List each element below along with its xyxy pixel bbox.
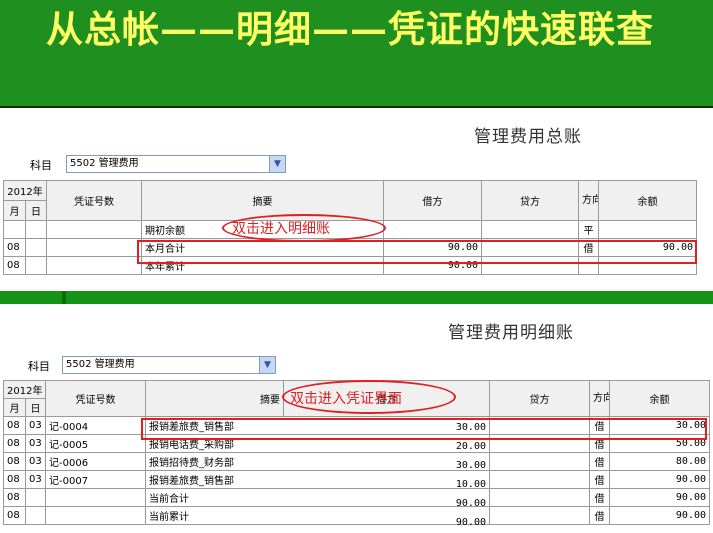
- cell-credit: [490, 507, 590, 525]
- cell-day: [26, 257, 47, 275]
- cell-direction: 借: [590, 507, 610, 525]
- slide-header: 从总帐——明细——凭证的快速联查: [0, 0, 713, 106]
- account-label: 科目: [28, 358, 50, 374]
- col-direction[interactable]: 方向: [590, 381, 610, 417]
- cell-voucher: 记-0005: [46, 435, 146, 453]
- chevron-down-icon[interactable]: ▼: [269, 156, 285, 172]
- col-debit[interactable]: 借方: [384, 181, 482, 221]
- divider-notch: [62, 291, 66, 304]
- cell-voucher: 记-0006: [46, 453, 146, 471]
- cell-direction: 借: [590, 471, 610, 489]
- detail-ledger-panel: 管理费用明细账 科目 5502 管理费用 ▼ 2012年 凭证号数 摘要 借方 …: [0, 304, 713, 533]
- cell-balance: 90.00: [610, 489, 710, 507]
- cell-voucher: [47, 257, 142, 275]
- account-select-value: 5502 管理费用: [66, 359, 135, 370]
- col-summary[interactable]: 摘要: [142, 181, 384, 221]
- section-divider: [0, 291, 713, 304]
- col-day[interactable]: 日: [26, 201, 47, 221]
- cell-month: 08: [4, 489, 26, 507]
- cell-month: [4, 221, 26, 239]
- cell-day: 03: [26, 471, 46, 489]
- account-select[interactable]: 5502 管理费用 ▼: [62, 356, 276, 374]
- general-ledger-title: 管理费用总账: [474, 122, 582, 147]
- cell-month: 08: [4, 453, 26, 471]
- cell-balance: 90.00: [610, 507, 710, 525]
- col-voucher-no[interactable]: 凭证号数: [47, 181, 142, 221]
- col-credit[interactable]: 贷方: [490, 381, 590, 417]
- col-balance[interactable]: 余额: [599, 181, 697, 221]
- col-credit[interactable]: 贷方: [482, 181, 579, 221]
- cell-day: [26, 489, 46, 507]
- cell-debit: 90.00: [286, 513, 486, 532]
- cell-voucher: 记-0004: [46, 417, 146, 435]
- cell-balance: 90.00: [610, 471, 710, 489]
- cell-voucher: 记-0007: [46, 471, 146, 489]
- cell-credit: [490, 453, 590, 471]
- cell-month: 08: [4, 471, 26, 489]
- slide-title: 从总帐——明细——凭证的快速联查: [46, 4, 686, 54]
- cell-direction: 借: [590, 489, 610, 507]
- cell-month: 08: [4, 507, 26, 525]
- cell-month: 08: [4, 435, 26, 453]
- cell-day: [26, 221, 47, 239]
- cell-balance: 80.00: [610, 453, 710, 471]
- cell-debit: [384, 221, 482, 239]
- cell-credit: [482, 221, 579, 239]
- cell-month: 08: [4, 239, 26, 257]
- cell-day: 03: [26, 435, 46, 453]
- cell-month: 08: [4, 417, 26, 435]
- col-balance[interactable]: 余额: [610, 381, 710, 417]
- annotation-text: 双击进入明细账: [232, 218, 330, 238]
- account-select[interactable]: 5502 管理费用 ▼: [66, 155, 286, 173]
- cell-day: [26, 239, 47, 257]
- col-year: 2012年: [4, 181, 47, 201]
- cell-voucher: [47, 221, 142, 239]
- cell-credit: [490, 489, 590, 507]
- col-voucher-no[interactable]: 凭证号数: [46, 381, 146, 417]
- general-ledger-panel: 管理费用总账 科目 5502 管理费用 ▼ 2012年 凭证号数 摘要 借方 贷…: [0, 108, 713, 294]
- col-month[interactable]: 月: [4, 201, 26, 221]
- chevron-down-icon[interactable]: ▼: [259, 357, 275, 373]
- highlight-box: [141, 418, 707, 440]
- cell-debit: 30.00: [286, 456, 486, 475]
- col-year: 2012年: [4, 381, 46, 399]
- col-month[interactable]: 月: [4, 399, 26, 417]
- cell-voucher: [47, 239, 142, 257]
- cell-debit: 10.00: [286, 475, 486, 494]
- cell-day: [26, 507, 46, 525]
- account-select-value: 5502 管理费用: [70, 158, 139, 169]
- col-summary[interactable]: 摘要: [146, 381, 284, 417]
- cell-direction: 借: [590, 453, 610, 471]
- cell-voucher: [46, 507, 146, 525]
- annotation-text: 双击进入凭证界面: [290, 388, 402, 408]
- col-day[interactable]: 日: [26, 399, 46, 417]
- account-label: 科目: [30, 157, 52, 173]
- cell-credit: [490, 471, 590, 489]
- cell-day: 03: [26, 417, 46, 435]
- cell-month: 08: [4, 257, 26, 275]
- cell-direction: 平: [579, 221, 599, 239]
- cell-day: 03: [26, 453, 46, 471]
- highlight-box: [137, 240, 697, 264]
- detail-ledger-title: 管理费用明细账: [448, 318, 574, 343]
- cell-balance: [599, 221, 697, 239]
- cell-voucher: [46, 489, 146, 507]
- col-direction[interactable]: 方向: [579, 181, 599, 221]
- cell-debit: 90.00: [286, 494, 486, 513]
